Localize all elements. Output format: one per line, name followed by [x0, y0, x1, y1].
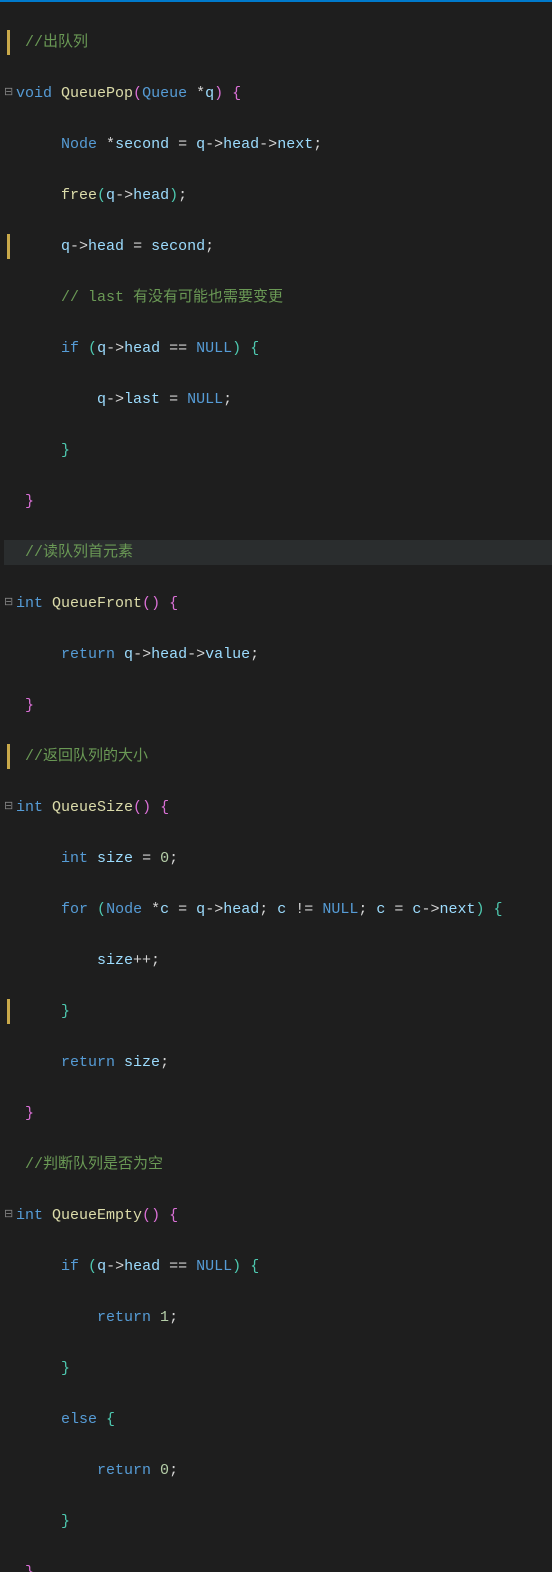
keyword: if: [61, 1258, 79, 1275]
code-line: int size = 0;: [4, 846, 552, 872]
fold-icon[interactable]: ⊟: [4, 1206, 13, 1225]
code-line: }: [4, 438, 552, 464]
code-line: }: [4, 1356, 552, 1382]
number: 0: [160, 1462, 169, 1479]
variable: q: [97, 1258, 106, 1275]
code-line: }: [4, 489, 552, 515]
type: Node: [106, 901, 142, 918]
variable: q: [196, 136, 205, 153]
code-line: // last 有没有可能也需要变更: [4, 285, 552, 311]
code-line: }: [4, 999, 552, 1025]
code-line: }: [4, 1509, 552, 1535]
null: NULL: [196, 1258, 232, 1275]
fold-icon[interactable]: ⊟: [4, 798, 13, 817]
keyword: return: [97, 1309, 151, 1326]
code-line: //返回队列的大小: [4, 744, 552, 770]
keyword: return: [97, 1462, 151, 1479]
type: Node: [61, 136, 97, 153]
variable: q: [61, 238, 70, 255]
keyword: void: [16, 85, 52, 102]
member: head: [223, 901, 259, 918]
function-name: QueueSize: [52, 799, 133, 816]
code-editor[interactable]: //出队列 ⊟void QueuePop(Queue *q) { Node *s…: [0, 2, 552, 1572]
member: last: [124, 391, 160, 408]
code-line: else {: [4, 1407, 552, 1433]
code-line: return 0;: [4, 1458, 552, 1484]
null: NULL: [187, 391, 223, 408]
function-name: QueueFront: [52, 595, 142, 612]
code-line: if (q->head == NULL) {: [4, 1254, 552, 1280]
member: head: [124, 340, 160, 357]
member: head: [124, 1258, 160, 1275]
member: next: [439, 901, 475, 918]
variable: c: [160, 901, 169, 918]
variable: c: [376, 901, 385, 918]
code-line: if (q->head == NULL) {: [4, 336, 552, 362]
comment: // last 有没有可能也需要变更: [61, 289, 283, 306]
code-line: ⊟int QueueEmpty() {: [4, 1203, 552, 1229]
code-line: ⊟int QueueFront() {: [4, 591, 552, 617]
code-line: //出队列: [4, 30, 552, 56]
function-name: QueueEmpty: [52, 1207, 142, 1224]
code-line: return size;: [4, 1050, 552, 1076]
variable: second: [151, 238, 205, 255]
member: next: [277, 136, 313, 153]
code-line: q->head = second;: [4, 234, 552, 260]
code-line: free(q->head);: [4, 183, 552, 209]
fold-icon[interactable]: ⊟: [4, 84, 13, 103]
code-line: //判断队列是否为空: [4, 1152, 552, 1178]
member: head: [151, 646, 187, 663]
variable: q: [124, 646, 133, 663]
variable: c: [277, 901, 286, 918]
keyword: int: [16, 595, 43, 612]
variable: q: [97, 340, 106, 357]
comment: //读队列首元素: [25, 544, 133, 561]
member: head: [223, 136, 259, 153]
null: NULL: [196, 340, 232, 357]
type: Queue: [142, 85, 187, 102]
member: head: [88, 238, 124, 255]
code-line: //读队列首元素: [4, 540, 552, 566]
variable: q: [97, 391, 106, 408]
keyword: return: [61, 646, 115, 663]
keyword: return: [61, 1054, 115, 1071]
code-line: }: [4, 693, 552, 719]
code-line: ⊟int QueueSize() {: [4, 795, 552, 821]
code-line: }: [4, 1101, 552, 1127]
code-line: return 1;: [4, 1305, 552, 1331]
comment: //返回队列的大小: [25, 748, 148, 765]
code-line: ⊟void QueuePop(Queue *q) {: [4, 81, 552, 107]
keyword: if: [61, 340, 79, 357]
variable: q: [106, 187, 115, 204]
code-line: }: [4, 1560, 552, 1572]
variable: size: [97, 850, 133, 867]
fold-icon[interactable]: ⊟: [4, 594, 13, 613]
variable: second: [115, 136, 169, 153]
comment: //出队列: [25, 34, 88, 51]
number: 0: [160, 850, 169, 867]
variable: size: [124, 1054, 160, 1071]
param: q: [205, 85, 214, 102]
keyword: int: [16, 799, 43, 816]
keyword: for: [61, 901, 88, 918]
comment: //判断队列是否为空: [25, 1156, 163, 1173]
variable: q: [196, 901, 205, 918]
number: 1: [160, 1309, 169, 1326]
keyword: int: [16, 1207, 43, 1224]
code-line: return q->head->value;: [4, 642, 552, 668]
variable: size: [97, 952, 133, 969]
function-call: free: [61, 187, 97, 204]
member: head: [133, 187, 169, 204]
variable: c: [412, 901, 421, 918]
null: NULL: [322, 901, 358, 918]
code-line: for (Node *c = q->head; c != NULL; c = c…: [4, 897, 552, 923]
keyword: else: [61, 1411, 97, 1428]
code-line: size++;: [4, 948, 552, 974]
function-name: QueuePop: [61, 85, 133, 102]
keyword: int: [61, 850, 88, 867]
member: value: [205, 646, 250, 663]
code-line: q->last = NULL;: [4, 387, 552, 413]
code-line: Node *second = q->head->next;: [4, 132, 552, 158]
